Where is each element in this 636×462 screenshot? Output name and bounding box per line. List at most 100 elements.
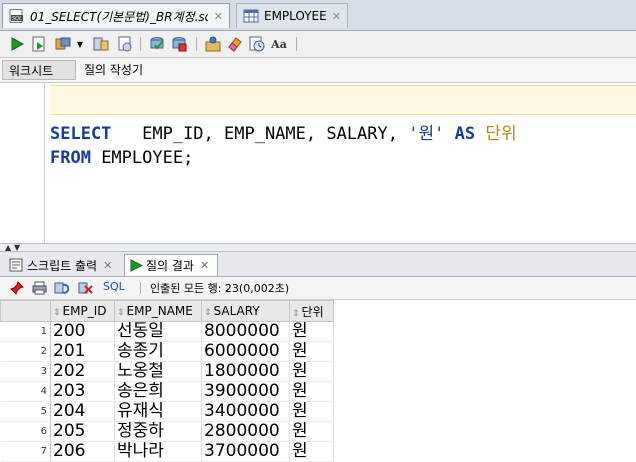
cell-salary[interactable]: 6000000 — [201, 341, 290, 362]
print-button[interactable] — [30, 279, 48, 297]
column-header-emp-name[interactable]: ⇕ EMP_NAME — [114, 300, 202, 322]
result-grid[interactable]: ⇕ EMP_ID ⇕ EMP_NAME ⇕ SALARY ⇕ 단위 1 200 선동일 800… — [0, 300, 636, 462]
cell-unit[interactable]: 원 — [289, 341, 334, 362]
code-line-select[interactable]: SELECT EMP_ID, EMP_NAME, SALARY, '원' AS … — [50, 119, 517, 144]
cell-emp-name[interactable]: 선동일 — [114, 321, 202, 342]
table-row[interactable]: 6 205 정중하 2800000 원 — [0, 421, 334, 442]
cell-emp-id[interactable]: 201 — [50, 341, 115, 362]
cell-emp-name[interactable]: 노옹철 — [114, 361, 202, 382]
table-row[interactable]: 5 204 유재식 3400000 원 — [0, 401, 334, 422]
pin-button[interactable] — [8, 279, 26, 297]
tab-sql-file-label: 01_SELECT(기본문법)_BR계정.sql — [30, 9, 208, 24]
tab-worksheet[interactable]: 워크시트 — [2, 60, 76, 80]
cell-emp-name[interactable]: 송은희 — [114, 381, 202, 402]
explain-plan-icon — [93, 37, 109, 51]
cancel-query-button[interactable] — [76, 279, 94, 297]
tab-script-output-label: 스크립트 출력 — [27, 258, 98, 273]
close-icon[interactable]: ✕ — [326, 10, 341, 23]
unshared-sql-button[interactable] — [204, 35, 222, 53]
run-icon — [130, 259, 143, 272]
cell-emp-id[interactable]: 204 — [50, 401, 115, 422]
commit-button[interactable] — [148, 35, 166, 53]
column-header-salary[interactable]: ⇕ SALARY — [201, 300, 290, 322]
cell-unit[interactable]: 원 — [289, 361, 334, 382]
db-network-icon — [205, 36, 221, 52]
cell-emp-id[interactable]: 205 — [50, 421, 115, 442]
refresh-button[interactable] — [52, 279, 70, 297]
tab-employee-label: EMPLOYEE — [264, 9, 326, 23]
tab-query-result[interactable]: 질의 결과 ✕ — [124, 254, 218, 276]
tab-script-output[interactable]: 스크립트 출력 ✕ — [4, 254, 122, 276]
tab-sql-file[interactable]: SQL 01_SELECT(기본문법)_BR계정.sql ✕ — [2, 3, 230, 28]
cell-unit[interactable]: 원 — [289, 321, 334, 342]
clear-button[interactable] — [226, 35, 244, 53]
worksheet-toolbar: ▼ Aa — [0, 31, 636, 58]
commit-icon — [150, 37, 164, 50]
close-icon[interactable]: ✕ — [103, 259, 112, 272]
result-table: ⇕ EMP_ID ⇕ EMP_NAME ⇕ SALARY ⇕ 단위 1 200 선동일 800… — [0, 300, 334, 462]
run-script-button[interactable] — [30, 35, 48, 53]
run-statement-button[interactable] — [8, 35, 26, 53]
current-line-highlight — [50, 85, 636, 115]
cell-salary[interactable]: 8000000 — [201, 321, 290, 342]
close-icon[interactable]: ✕ — [200, 259, 209, 272]
cell-emp-name[interactable]: 정중하 — [114, 421, 202, 442]
sort-icon: ⇕ — [292, 308, 300, 319]
row-number: 4 — [0, 381, 51, 402]
table-row[interactable]: 3 202 노옹철 1800000 원 — [0, 361, 334, 382]
table-row[interactable]: 2 201 송종기 6000000 원 — [0, 341, 334, 362]
sql-link[interactable]: SQL — [103, 280, 125, 293]
pane-splitter[interactable]: ▲ ▼ — [0, 243, 636, 252]
sort-icon: ⇕ — [53, 308, 61, 318]
cell-unit[interactable]: 원 — [289, 421, 334, 442]
table-row[interactable]: 1 200 선동일 8000000 원 — [0, 321, 334, 342]
close-icon[interactable]: ✕ — [208, 10, 223, 23]
tab-query-builder[interactable]: 질의 작성기 — [78, 60, 149, 80]
string-literal: '원' — [408, 124, 445, 144]
autotrace-dropdown[interactable]: ▼ — [74, 35, 86, 53]
rollback-button[interactable] — [170, 35, 188, 53]
cell-emp-id[interactable]: 203 — [50, 381, 115, 402]
table-row[interactable]: 4 203 송은희 3900000 원 — [0, 381, 334, 402]
eraser-icon — [228, 37, 242, 52]
tab-employee[interactable]: EMPLOYEE ✕ — [236, 3, 348, 28]
autotrace-button[interactable] — [54, 35, 72, 53]
cell-unit[interactable]: 원 — [289, 381, 334, 402]
cell-salary[interactable]: 2800000 — [201, 421, 290, 442]
format-case-button[interactable]: Aa — [270, 35, 288, 53]
sql-editor[interactable]: SELECT EMP_ID, EMP_NAME, SALARY, '원' AS … — [0, 83, 636, 243]
editor-tab-bar: SQL 01_SELECT(기본문법)_BR계정.sql ✕ EMPLOYEE … — [0, 0, 636, 31]
collapse-up-icon[interactable]: ▲ — [5, 244, 11, 252]
column-header-unit[interactable]: ⇕ 단위 — [289, 300, 334, 322]
row-number-header — [0, 300, 51, 322]
toolbar-separator — [140, 37, 141, 51]
cell-salary[interactable]: 3400000 — [201, 401, 290, 422]
row-number: 1 — [0, 321, 51, 342]
cell-emp-name[interactable]: 송종기 — [114, 341, 202, 362]
column-header-emp-id[interactable]: ⇕ EMP_ID — [50, 300, 115, 322]
sort-icon: ⇕ — [117, 308, 125, 318]
cell-salary[interactable]: 3900000 — [201, 381, 290, 402]
history-icon — [118, 36, 132, 52]
code-line-from[interactable]: FROM EMPLOYEE; — [50, 148, 193, 168]
cell-emp-id[interactable]: 200 — [50, 321, 115, 342]
explain-plan-button[interactable] — [92, 35, 110, 53]
text-case-icon: Aa — [271, 37, 287, 51]
row-number: 6 — [0, 421, 51, 442]
cancel-icon — [78, 282, 93, 294]
refresh-icon — [54, 282, 69, 294]
print-icon — [32, 281, 46, 295]
commit-history-button[interactable] — [116, 35, 134, 53]
collapse-down-icon[interactable]: ▼ — [14, 244, 20, 252]
row-number: 2 — [0, 341, 51, 362]
cell-emp-name[interactable]: 유재식 — [114, 401, 202, 422]
cell-salary[interactable]: 1800000 — [201, 361, 290, 382]
autotrace-icon — [55, 37, 71, 50]
cell-emp-id[interactable]: 202 — [50, 361, 115, 382]
sql-file-icon: SQL — [9, 9, 23, 23]
keyword-as: AS — [454, 124, 476, 144]
toolbar-separator — [296, 37, 297, 51]
svg-text:SQL: SQL — [12, 16, 22, 22]
sql-history-button[interactable] — [248, 35, 266, 53]
cell-unit[interactable]: 원 — [289, 401, 334, 422]
